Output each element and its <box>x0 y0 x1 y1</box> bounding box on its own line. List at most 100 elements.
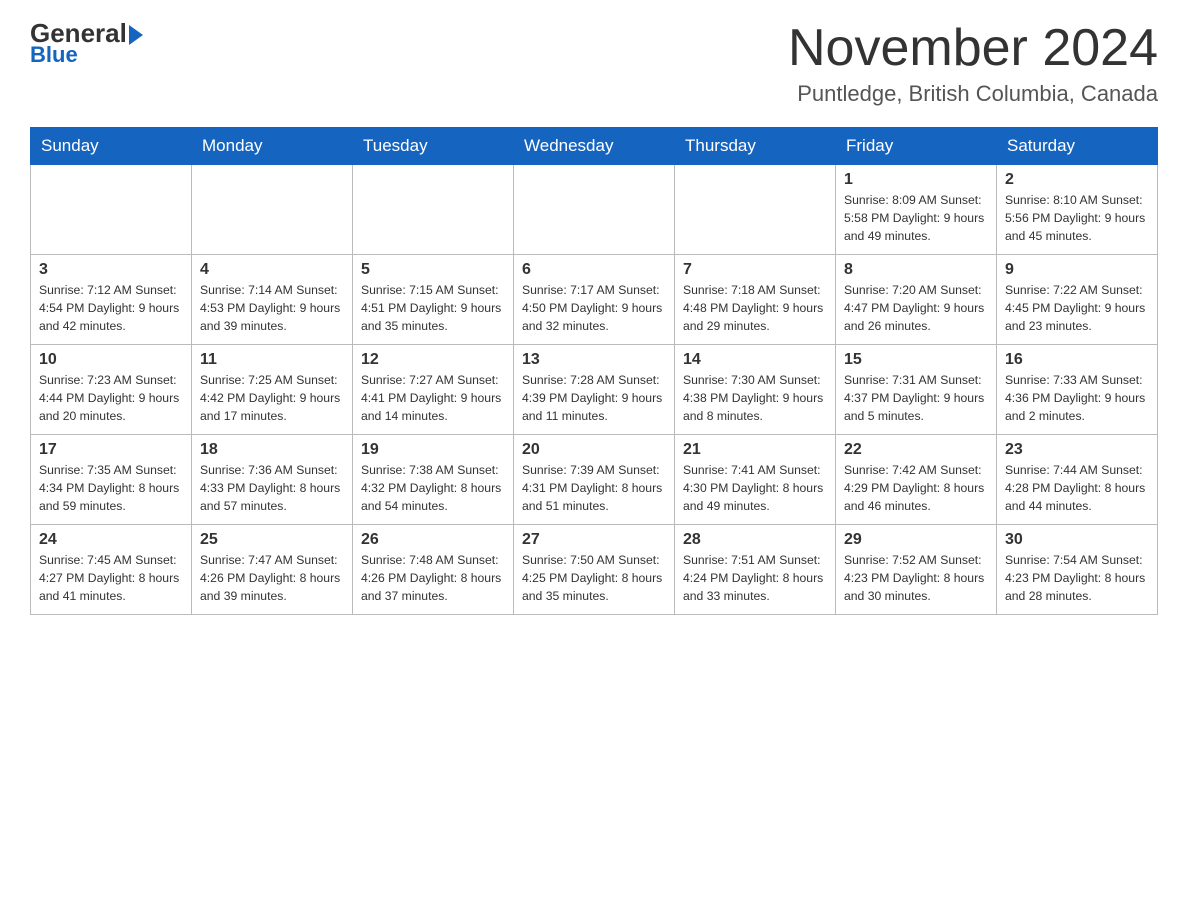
weekday-header-thursday: Thursday <box>675 128 836 165</box>
day-info: Sunrise: 7:18 AM Sunset: 4:48 PM Dayligh… <box>683 282 827 335</box>
day-number: 14 <box>683 351 827 369</box>
weekday-header-friday: Friday <box>836 128 997 165</box>
day-number: 28 <box>683 531 827 549</box>
calendar-cell <box>514 165 675 255</box>
calendar-cell: 17 Sunrise: 7:35 AM Sunset: 4:34 PM Dayli… <box>31 435 192 525</box>
day-info: Sunrise: 7:41 AM Sunset: 4:30 PM Dayligh… <box>683 462 827 515</box>
day-info: Sunrise: 7:17 AM Sunset: 4:50 PM Dayligh… <box>522 282 666 335</box>
day-number: 7 <box>683 261 827 279</box>
weekday-header-tuesday: Tuesday <box>353 128 514 165</box>
calendar-cell: 8Sunrise: 7:20 AM Sunset: 4:47 PM Daylig… <box>836 255 997 345</box>
location-subtitle: Puntledge, British Columbia, Canada <box>788 81 1158 107</box>
calendar-cell: 24Sunrise: 7:45 AM Sunset: 4:27 PM Dayli… <box>31 525 192 615</box>
calendar-cell: 6Sunrise: 7:17 AM Sunset: 4:50 PM Daylig… <box>514 255 675 345</box>
calendar-cell <box>353 165 514 255</box>
calendar-cell: 29 Sunrise: 7:52 AM Sunset: 4:23 PM Dayli… <box>836 525 997 615</box>
day-number: 10 <box>39 351 183 369</box>
calendar-cell: 10 Sunrise: 7:23 AM Sunset: 4:44 PM Dayli… <box>31 345 192 435</box>
weekday-header-row: SundayMondayTuesdayWednesdayThursdayFrid… <box>31 128 1158 165</box>
day-number: 2 <box>1005 171 1149 189</box>
day-info: Sunrise: 7:12 AM Sunset: 4:54 PM Dayligh… <box>39 282 183 335</box>
calendar-week-row: 3Sunrise: 7:12 AM Sunset: 4:54 PM Daylig… <box>31 255 1158 345</box>
calendar-cell: 1 Sunrise: 8:09 AM Sunset: 5:58 PM Daylig… <box>836 165 997 255</box>
day-info: Sunrise: 7:48 AM Sunset: 4:26 PM Dayligh… <box>361 552 505 605</box>
day-info: Sunrise: 7:36 AM Sunset: 4:33 PM Dayligh… <box>200 462 344 515</box>
calendar-cell: 9 Sunrise: 7:22 AM Sunset: 4:45 PM Daylig… <box>997 255 1158 345</box>
day-info: Sunrise: 7:52 AM Sunset: 4:23 PM Dayligh… <box>844 552 988 605</box>
day-number: 26 <box>361 531 505 549</box>
day-number: 4 <box>200 261 344 279</box>
logo-arrow-icon <box>129 25 143 45</box>
day-number: 23 <box>1005 441 1149 459</box>
calendar-cell: 23 Sunrise: 7:44 AM Sunset: 4:28 PM Dayli… <box>997 435 1158 525</box>
month-title: November 2024 <box>788 20 1158 77</box>
calendar-cell: 28 Sunrise: 7:51 AM Sunset: 4:24 PM Dayli… <box>675 525 836 615</box>
logo-blue: Blue <box>30 42 78 68</box>
calendar-cell: 5 Sunrise: 7:15 AM Sunset: 4:51 PM Daylig… <box>353 255 514 345</box>
day-number: 22 <box>844 441 988 459</box>
weekday-header-sunday: Sunday <box>31 128 192 165</box>
day-number: 11 <box>200 351 344 369</box>
calendar-cell: 2 Sunrise: 8:10 AM Sunset: 5:56 PM Daylig… <box>997 165 1158 255</box>
calendar-cell: 15 Sunrise: 7:31 AM Sunset: 4:37 PM Dayli… <box>836 345 997 435</box>
day-number: 15 <box>844 351 988 369</box>
day-info: Sunrise: 7:14 AM Sunset: 4:53 PM Dayligh… <box>200 282 344 335</box>
calendar-cell: 3Sunrise: 7:12 AM Sunset: 4:54 PM Daylig… <box>31 255 192 345</box>
calendar-cell: 26 Sunrise: 7:48 AM Sunset: 4:26 PM Dayli… <box>353 525 514 615</box>
day-number: 16 <box>1005 351 1149 369</box>
title-area: November 2024 Puntledge, British Columbi… <box>788 20 1158 107</box>
day-info: Sunrise: 7:22 AM Sunset: 4:45 PM Dayligh… <box>1005 282 1149 335</box>
day-number: 20 <box>522 441 666 459</box>
day-info: Sunrise: 7:50 AM Sunset: 4:25 PM Dayligh… <box>522 552 666 605</box>
calendar-table: SundayMondayTuesdayWednesdayThursdayFrid… <box>30 127 1158 615</box>
day-number: 30 <box>1005 531 1149 549</box>
calendar-cell <box>31 165 192 255</box>
day-number: 12 <box>361 351 505 369</box>
day-info: Sunrise: 7:47 AM Sunset: 4:26 PM Dayligh… <box>200 552 344 605</box>
calendar-week-row: 24Sunrise: 7:45 AM Sunset: 4:27 PM Dayli… <box>31 525 1158 615</box>
day-info: Sunrise: 8:10 AM Sunset: 5:56 PM Dayligh… <box>1005 192 1149 245</box>
day-number: 5 <box>361 261 505 279</box>
calendar-week-row: 1 Sunrise: 8:09 AM Sunset: 5:58 PM Daylig… <box>31 165 1158 255</box>
day-info: Sunrise: 7:35 AM Sunset: 4:34 PM Dayligh… <box>39 462 183 515</box>
day-info: Sunrise: 7:28 AM Sunset: 4:39 PM Dayligh… <box>522 372 666 425</box>
calendar-cell: 19Sunrise: 7:38 AM Sunset: 4:32 PM Dayli… <box>353 435 514 525</box>
calendar-cell: 30 Sunrise: 7:54 AM Sunset: 4:23 PM Dayli… <box>997 525 1158 615</box>
calendar-week-row: 17 Sunrise: 7:35 AM Sunset: 4:34 PM Dayli… <box>31 435 1158 525</box>
day-number: 27 <box>522 531 666 549</box>
calendar-cell: 12 Sunrise: 7:27 AM Sunset: 4:41 PM Dayli… <box>353 345 514 435</box>
day-number: 13 <box>522 351 666 369</box>
day-info: Sunrise: 7:42 AM Sunset: 4:29 PM Dayligh… <box>844 462 988 515</box>
calendar-cell: 14Sunrise: 7:30 AM Sunset: 4:38 PM Dayli… <box>675 345 836 435</box>
calendar-cell: 22 Sunrise: 7:42 AM Sunset: 4:29 PM Dayli… <box>836 435 997 525</box>
calendar-cell: 16 Sunrise: 7:33 AM Sunset: 4:36 PM Dayli… <box>997 345 1158 435</box>
day-info: Sunrise: 7:33 AM Sunset: 4:36 PM Dayligh… <box>1005 372 1149 425</box>
day-number: 1 <box>844 171 988 189</box>
calendar-week-row: 10 Sunrise: 7:23 AM Sunset: 4:44 PM Dayli… <box>31 345 1158 435</box>
day-info: Sunrise: 7:39 AM Sunset: 4:31 PM Dayligh… <box>522 462 666 515</box>
day-info: Sunrise: 7:31 AM Sunset: 4:37 PM Dayligh… <box>844 372 988 425</box>
day-number: 21 <box>683 441 827 459</box>
calendar-cell <box>675 165 836 255</box>
calendar-cell: 18Sunrise: 7:36 AM Sunset: 4:33 PM Dayli… <box>192 435 353 525</box>
day-info: Sunrise: 7:44 AM Sunset: 4:28 PM Dayligh… <box>1005 462 1149 515</box>
calendar-cell: 4 Sunrise: 7:14 AM Sunset: 4:53 PM Daylig… <box>192 255 353 345</box>
day-info: Sunrise: 7:27 AM Sunset: 4:41 PM Dayligh… <box>361 372 505 425</box>
day-number: 19 <box>361 441 505 459</box>
day-number: 25 <box>200 531 344 549</box>
day-number: 9 <box>1005 261 1149 279</box>
calendar-cell <box>192 165 353 255</box>
calendar-cell: 21 Sunrise: 7:41 AM Sunset: 4:30 PM Dayli… <box>675 435 836 525</box>
day-info: Sunrise: 7:51 AM Sunset: 4:24 PM Dayligh… <box>683 552 827 605</box>
day-info: Sunrise: 7:45 AM Sunset: 4:27 PM Dayligh… <box>39 552 183 605</box>
day-number: 8 <box>844 261 988 279</box>
day-info: Sunrise: 7:15 AM Sunset: 4:51 PM Dayligh… <box>361 282 505 335</box>
day-number: 29 <box>844 531 988 549</box>
day-info: Sunrise: 8:09 AM Sunset: 5:58 PM Dayligh… <box>844 192 988 245</box>
calendar-cell: 11Sunrise: 7:25 AM Sunset: 4:42 PM Dayli… <box>192 345 353 435</box>
calendar-cell: 13 Sunrise: 7:28 AM Sunset: 4:39 PM Dayli… <box>514 345 675 435</box>
day-number: 17 <box>39 441 183 459</box>
weekday-header-saturday: Saturday <box>997 128 1158 165</box>
day-info: Sunrise: 7:23 AM Sunset: 4:44 PM Dayligh… <box>39 372 183 425</box>
day-info: Sunrise: 7:54 AM Sunset: 4:23 PM Dayligh… <box>1005 552 1149 605</box>
